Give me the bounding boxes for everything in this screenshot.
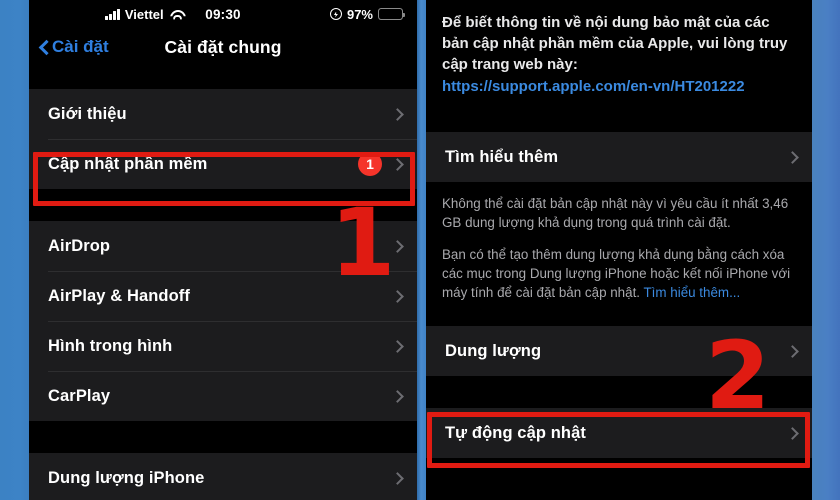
- screenshot-root: Viettel 09:30 97% Cài đặt Cài đặt chung …: [0, 0, 840, 500]
- chevron-right-icon: [393, 472, 401, 485]
- background-left-strip: [0, 0, 29, 500]
- list-item-airplay-handoff[interactable]: AirPlay & Handoff: [29, 271, 417, 321]
- list-item-label: Cập nhật phần mềm: [48, 154, 208, 173]
- storage-warning-note: Không thể cài đặt bản cập nhật này vì yê…: [426, 182, 812, 312]
- auto-update-group: Tự động cập nhật: [426, 408, 812, 458]
- storage-group: Dung lượng: [426, 326, 812, 376]
- blurb-gap: [426, 111, 812, 132]
- list-item-accessory: [393, 290, 401, 303]
- navigation-bar: Cài đặt Cài đặt chung: [29, 28, 417, 66]
- storage-gap: [426, 376, 812, 408]
- chevron-right-icon: [393, 290, 401, 303]
- left-phone-screen: Viettel 09:30 97% Cài đặt Cài đặt chung …: [29, 0, 417, 500]
- settings-group-one: Giới thiệu Cập nhật phần mềm 1: [29, 89, 417, 189]
- list-item-software-update[interactable]: Cập nhật phần mềm 1: [29, 139, 417, 189]
- background-middle-strip: [417, 0, 426, 500]
- settings-group-three: Dung lượng iPhone: [29, 453, 417, 500]
- chevron-right-icon: [393, 158, 401, 171]
- list-item-accessory: 1: [358, 152, 401, 176]
- battery-icon: [378, 8, 406, 20]
- list-item-accessory: [788, 427, 796, 440]
- section-gap-top: [29, 66, 417, 89]
- list-item-accessory: [393, 472, 401, 485]
- status-badge: 1: [358, 152, 382, 176]
- background-right-strip: [812, 0, 840, 500]
- learn-more-group: Tìm hiểu thêm: [426, 132, 812, 182]
- list-item-label: Giới thiệu: [48, 104, 127, 123]
- chevron-right-icon: [788, 151, 796, 164]
- status-bar-right: 97%: [329, 6, 406, 22]
- list-item-accessory: [788, 345, 796, 358]
- list-item-label: AirPlay & Handoff: [48, 286, 190, 305]
- list-item-about[interactable]: Giới thiệu: [29, 89, 417, 139]
- list-item-label: Tìm hiểu thêm: [445, 147, 559, 166]
- note-paragraph-one: Không thể cài đặt bản cập nhật này vì yê…: [442, 196, 789, 230]
- list-item-learn-more[interactable]: Tìm hiểu thêm: [426, 132, 812, 182]
- page-title: Cài đặt chung: [164, 36, 282, 57]
- chevron-right-icon: [788, 345, 796, 358]
- list-item-label: Dung lượng iPhone: [48, 468, 205, 487]
- chevron-right-icon: [393, 108, 401, 121]
- list-item-label: Hình trong hình: [48, 336, 173, 355]
- low-power-mode-icon: [329, 8, 342, 20]
- list-item-accessory: [393, 108, 401, 121]
- security-content-blurb: Để biết thông tin về nội dung bảo mật củ…: [426, 0, 812, 111]
- list-item-accessory: [393, 390, 401, 403]
- note-paragraph-two: Bạn có thể tạo thêm dung lượng khả dụng …: [442, 245, 796, 302]
- list-item-label: Dung lượng: [445, 341, 542, 360]
- list-item-accessory: [393, 340, 401, 353]
- list-item-airdrop[interactable]: AirDrop: [29, 221, 417, 271]
- list-item-accessory: [788, 151, 796, 164]
- apple-support-link[interactable]: https://support.apple.com/en-vn/HT201222: [442, 76, 796, 97]
- section-gap-one: [29, 189, 417, 221]
- battery-percent-label: 97%: [346, 6, 373, 22]
- note-learn-more-link[interactable]: Tìm hiểu thêm...: [644, 285, 741, 300]
- list-item-automatic-updates[interactable]: Tự động cập nhật: [426, 408, 812, 458]
- chevron-right-icon: [393, 390, 401, 403]
- list-item-picture-in-picture[interactable]: Hình trong hình: [29, 321, 417, 371]
- status-bar: Viettel 09:30 97%: [29, 0, 417, 28]
- list-item-iphone-storage[interactable]: Dung lượng iPhone: [29, 453, 417, 500]
- section-gap-two: [29, 421, 417, 453]
- settings-group-two: AirDrop AirPlay & Handoff Hình trong hìn…: [29, 221, 417, 421]
- list-item-label: Tự động cập nhật: [445, 423, 586, 442]
- security-content-text: Để biết thông tin về nội dung bảo mật củ…: [442, 14, 788, 73]
- chevron-right-icon: [393, 340, 401, 353]
- list-item-accessory: [393, 240, 401, 253]
- right-phone-screen: Để biết thông tin về nội dung bảo mật củ…: [426, 0, 812, 500]
- list-item-storage[interactable]: Dung lượng: [426, 326, 812, 376]
- chevron-right-icon: [788, 427, 796, 440]
- chevron-right-icon: [393, 240, 401, 253]
- list-item-label: AirDrop: [48, 236, 111, 255]
- list-item-label: CarPlay: [48, 386, 111, 405]
- note-gap: [426, 312, 812, 326]
- list-item-carplay[interactable]: CarPlay: [29, 371, 417, 421]
